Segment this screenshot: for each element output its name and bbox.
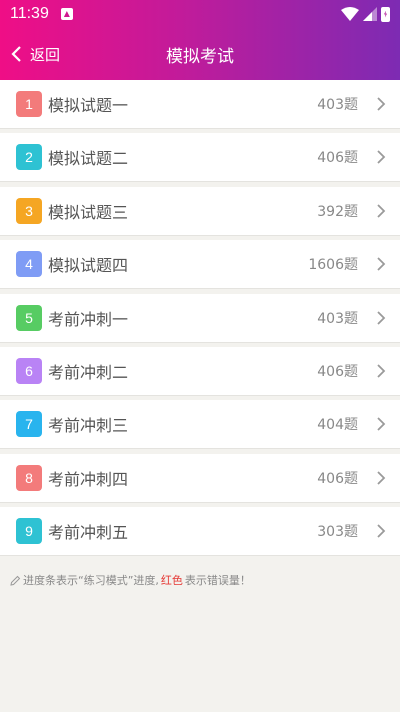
chevron-right-icon bbox=[377, 257, 386, 271]
number-badge: 2 bbox=[16, 144, 42, 171]
question-count: 406题 bbox=[317, 363, 358, 380]
exam-item-8[interactable]: 8 考前冲刺四 406题 bbox=[0, 453, 400, 502]
chevron-right-icon bbox=[377, 524, 386, 538]
chevron-right-icon bbox=[377, 97, 386, 111]
chevron-right-icon bbox=[377, 417, 386, 431]
number-badge: 3 bbox=[16, 197, 42, 224]
status-bar: 11:39 bbox=[0, 0, 400, 28]
status-icons bbox=[341, 6, 390, 22]
chevron-right-icon bbox=[377, 471, 386, 485]
exam-item-4[interactable]: 4 模拟试题四 1606题 bbox=[0, 240, 400, 289]
exam-title: 模拟试题一 bbox=[48, 96, 129, 115]
exam-title: 考前冲刺四 bbox=[48, 469, 129, 489]
signal-icon bbox=[363, 7, 377, 21]
number-badge: 7 bbox=[16, 411, 42, 438]
chevron-right-icon bbox=[377, 364, 386, 378]
question-count: 406题 bbox=[317, 470, 358, 487]
number-badge: 9 bbox=[16, 518, 42, 545]
question-count: 303题 bbox=[317, 524, 358, 541]
notification-icon bbox=[60, 8, 73, 20]
question-count: 403题 bbox=[317, 97, 358, 113]
exam-title: 模拟试题三 bbox=[48, 202, 129, 222]
question-count: 406题 bbox=[317, 150, 358, 167]
exam-item-5[interactable]: 5 考前冲刺一 403题 bbox=[0, 293, 400, 342]
question-count: 403题 bbox=[317, 310, 358, 327]
number-badge: 5 bbox=[16, 304, 42, 331]
chevron-right-icon bbox=[377, 150, 386, 165]
number-badge: 1 bbox=[16, 91, 42, 117]
nav-bar: 返回 模拟考试 bbox=[0, 28, 400, 80]
exam-item-1[interactable]: 1 模拟试题一 403题 bbox=[0, 80, 400, 128]
exam-title: 考前冲刺三 bbox=[48, 416, 129, 436]
exam-list: 1 模拟试题一 403题 2 模拟试题二 406题 3 模拟试题三 392题 4… bbox=[0, 80, 400, 561]
number-badge: 8 bbox=[16, 464, 42, 491]
number-badge: 6 bbox=[16, 357, 42, 384]
page-title: 模拟考试 bbox=[166, 47, 234, 67]
exam-title: 考前冲刺二 bbox=[48, 362, 129, 382]
chevron-right-icon bbox=[377, 310, 386, 325]
exam-title: 考前冲刺一 bbox=[48, 309, 129, 329]
hint-prefix: 进度条表示“练习模式”进度, bbox=[23, 574, 159, 587]
exam-item-3[interactable]: 3 模拟试题三 392题 bbox=[0, 186, 400, 235]
exam-item-2[interactable]: 2 模拟试题二 406题 bbox=[0, 133, 400, 182]
exam-item-9[interactable]: 9 考前冲刺五 303题 bbox=[0, 507, 400, 556]
chevron-right-icon bbox=[377, 204, 386, 218]
exam-title: 模拟试题四 bbox=[48, 256, 129, 276]
exam-item-6[interactable]: 6 考前冲刺二 406题 bbox=[0, 346, 400, 395]
app-header: 11:39 返回 模拟考试 bbox=[0, 0, 400, 80]
hint-red-word: 红色 bbox=[160, 574, 183, 587]
exam-title: 模拟试题二 bbox=[48, 149, 129, 169]
battery-icon bbox=[381, 6, 390, 22]
question-count: 404题 bbox=[317, 417, 358, 434]
wifi-icon bbox=[341, 7, 359, 21]
question-count: 392题 bbox=[317, 203, 358, 220]
status-time: 11:39 bbox=[10, 5, 49, 22]
question-count: 1606题 bbox=[308, 257, 358, 274]
exam-title: 考前冲刺五 bbox=[48, 523, 129, 543]
hint-suffix: 表示错误量！ bbox=[184, 574, 251, 587]
progress-hint: 进度条表示“练习模式”进度, 红色 表示错误量！ bbox=[10, 572, 251, 588]
exam-item-7[interactable]: 7 考前冲刺三 404题 bbox=[0, 400, 400, 449]
pencil-icon bbox=[10, 575, 21, 586]
number-badge: 4 bbox=[16, 251, 42, 278]
